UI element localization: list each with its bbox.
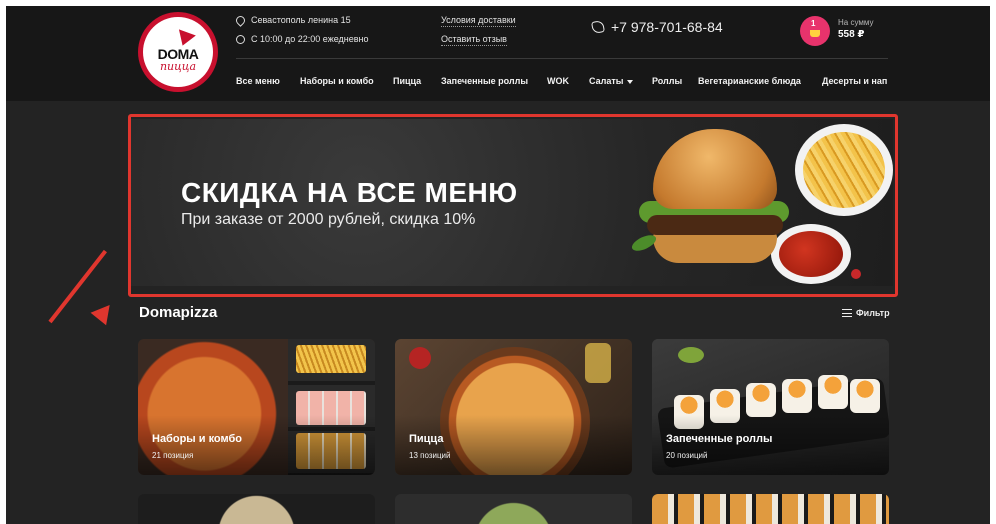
- category-card-baked-rolls[interactable]: Запеченные роллы 20 позиций: [652, 339, 889, 475]
- category-count: 13 позиций: [409, 451, 451, 460]
- category-count: 20 позиций: [666, 451, 708, 460]
- header: DOMA пицца Севастополь ленина 15 С 10:00…: [6, 6, 990, 101]
- category-card-pizza[interactable]: Пицца 13 позиций: [395, 339, 632, 475]
- page: DOMA пицца Севастополь ленина 15 С 10:00…: [6, 6, 990, 524]
- category-title: Наборы и комбо: [152, 433, 243, 445]
- filter-button[interactable]: Фильтр: [842, 308, 890, 318]
- filter-icon: [842, 309, 852, 317]
- phone-icon: [591, 20, 605, 34]
- nav-item-salads[interactable]: Салаты: [589, 76, 634, 86]
- category-card[interactable]: [652, 494, 889, 524]
- location-icon: [234, 13, 247, 27]
- cart-sum: 558 ₽: [838, 29, 865, 40]
- annotation-highlight-box: [128, 114, 898, 297]
- leave-review-link[interactable]: Оставить отзыв: [441, 34, 507, 46]
- category-card-sets[interactable]: Наборы и комбо 21 позиция: [138, 339, 375, 475]
- logo-subtext: пицца: [159, 60, 197, 73]
- address: Севастополь ленина 15: [234, 13, 351, 27]
- category-count: 21 позиция: [152, 451, 194, 460]
- nav-item-baked-rolls[interactable]: Запеченные роллы: [441, 76, 528, 86]
- phone-number[interactable]: +7 978-701-68-84: [591, 19, 723, 35]
- cart-count: 1: [811, 19, 816, 28]
- category-card[interactable]: [395, 494, 632, 524]
- nav-item-rolls[interactable]: Роллы: [652, 76, 682, 86]
- delivery-terms-link[interactable]: Условия доставки: [441, 15, 516, 27]
- nav-item-vegetarian[interactable]: Вегетарианские блюда: [698, 76, 801, 86]
- chevron-down-icon: [627, 79, 634, 84]
- nav-item-all-menu[interactable]: Все меню: [236, 76, 280, 86]
- nav-item-sets[interactable]: Наборы и комбо: [300, 76, 374, 86]
- section-title: Domapizza: [139, 304, 218, 321]
- nav-item-wok[interactable]: WOK: [547, 76, 569, 86]
- nav-item-pizza[interactable]: Пицца: [393, 76, 421, 86]
- nav-item-desserts[interactable]: Десерты и нап: [822, 76, 887, 86]
- logo[interactable]: DOMA пицца: [138, 12, 218, 92]
- cart-icon: [810, 30, 820, 37]
- header-divider: [236, 58, 888, 59]
- clock-icon: [236, 34, 245, 44]
- category-title: Запеченные роллы: [666, 433, 773, 445]
- cart-sum-label: На сумму: [838, 18, 874, 27]
- hours: С 10:00 до 22:00 ежедневно: [236, 34, 369, 44]
- arrow-head: [90, 298, 118, 326]
- category-title: Пицца: [409, 433, 444, 445]
- category-card[interactable]: [138, 494, 375, 524]
